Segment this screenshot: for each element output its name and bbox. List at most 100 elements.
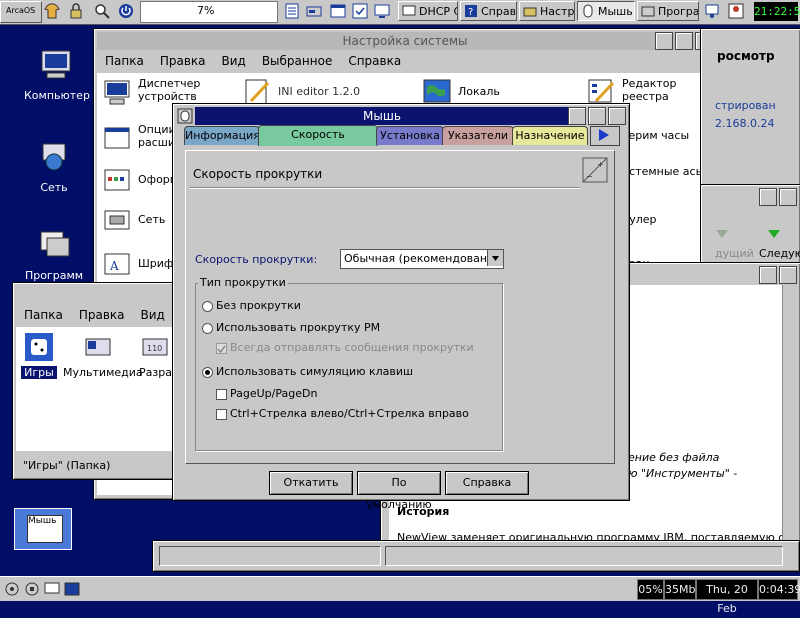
tab-scroll-speed[interactable]: Скорость прокрутки — [258, 125, 378, 159]
close-button[interactable] — [779, 188, 797, 206]
mouse-dialog: Мышь Информация Скорость прокрутки Устан… — [172, 103, 630, 511]
computer-icon — [41, 50, 71, 79]
window-icon[interactable] — [330, 3, 346, 19]
tab-pointers[interactable]: Указатели — [442, 126, 514, 145]
monitor-icon[interactable] — [374, 3, 390, 19]
prev-button-label[interactable]: дущий — [715, 247, 754, 260]
speed-dropdown[interactable]: Обычная (рекомендовано) — [340, 249, 504, 269]
menu-help[interactable]: Справка — [340, 52, 409, 72]
minimized-mouse-window[interactable]: Мышь — [14, 508, 72, 550]
radio-no-scroll[interactable] — [202, 301, 213, 312]
tray-monitor-icon[interactable] — [44, 581, 60, 597]
title-buttons — [759, 266, 797, 284]
svg-text:+: + — [597, 160, 604, 169]
next-button-label[interactable]: Следую — [759, 247, 800, 260]
check-ctrl-arrows-label[interactable]: Ctrl+Стрелка влево/Ctrl+Стрелка вправо — [230, 407, 469, 420]
power-icon[interactable] — [118, 3, 134, 19]
window-title-fragment[interactable] — [704, 32, 797, 50]
network-folder-icon — [104, 210, 130, 230]
next-arrow-icon[interactable] — [767, 229, 781, 239]
check-always-send-label: Всегда отправлять сообщения прокрутки — [230, 341, 474, 354]
appearance-icon — [104, 169, 130, 191]
drive-icon[interactable] — [306, 3, 322, 19]
default-button[interactable]: По умолчанию — [357, 471, 441, 511]
radio-use-pm[interactable] — [202, 323, 213, 334]
search-icon[interactable] — [94, 3, 110, 19]
task-help[interactable]: ? Справка — [460, 1, 517, 21]
monitor-icon — [402, 5, 416, 16]
close-button[interactable] — [779, 266, 797, 284]
radio-simulate-keys-label[interactable]: Использовать симуляцию клавиш — [216, 365, 413, 378]
tab-setup[interactable]: Установка — [376, 126, 444, 145]
item-system-clock[interactable]: истемные асы — [622, 165, 712, 178]
help-button[interactable]: Справка — [445, 471, 529, 495]
user-icon[interactable] — [728, 3, 744, 19]
desktop-icon-network[interactable]: Сеть — [22, 140, 86, 194]
menu-view[interactable]: Вид — [214, 52, 254, 72]
item-spooler[interactable]: пулер — [622, 213, 712, 226]
remote-ip: 2.168.0.24 — [715, 117, 775, 130]
desktop-icon-computer[interactable]: Компьютер — [24, 48, 90, 102]
network-icon[interactable] — [704, 3, 720, 19]
cpu-percent: 7% — [197, 4, 215, 17]
memory-usage: 35Mb — [664, 579, 696, 600]
tray-gear-icon[interactable] — [4, 581, 20, 597]
speed-label: Скорость прокрутки: — [195, 253, 318, 266]
svg-text:110: 110 — [147, 344, 162, 353]
minimized-label: Мышь — [27, 515, 63, 543]
restore-button[interactable] — [588, 107, 606, 125]
menubar: Папка Правка Вид Выбранное Справка — [97, 52, 713, 72]
task-system-setup[interactable]: Настрой — [519, 1, 575, 21]
window-title[interactable]: Мышь — [195, 107, 569, 125]
tray-settings-icon[interactable] — [24, 581, 40, 597]
minimize-button[interactable] — [759, 188, 777, 206]
menu-view[interactable]: Вид — [133, 306, 173, 326]
page-corner-icon[interactable]: +− — [582, 157, 608, 183]
menu-edit[interactable]: Правка — [71, 306, 133, 326]
mouse-icon[interactable] — [177, 108, 193, 124]
tray-window-icon[interactable] — [64, 581, 80, 597]
radio-no-scroll-label[interactable]: Без прокрутки — [216, 299, 301, 312]
item-clock[interactable]: верим часы — [622, 129, 712, 142]
font-icon: A — [104, 253, 130, 275]
minimize-button[interactable] — [655, 32, 673, 50]
menu-folder[interactable]: Папка — [16, 306, 71, 326]
check-pageupdn-label[interactable]: PageUp/PageDn — [230, 387, 317, 400]
tab-info[interactable]: Информация — [184, 126, 260, 145]
help-text-top: ление без файла — [621, 451, 720, 464]
minimize-button[interactable] — [568, 107, 586, 125]
undo-button[interactable]: Откатить — [269, 471, 353, 495]
item-games[interactable]: Игры — [21, 331, 57, 379]
checklist-icon[interactable] — [352, 3, 368, 19]
list-icon[interactable] — [284, 3, 300, 19]
chevron-down-icon — [492, 256, 499, 261]
tab-scroll-right[interactable] — [590, 126, 620, 146]
menu-folder[interactable]: Папка — [97, 52, 152, 72]
restore-button[interactable] — [675, 32, 693, 50]
dropdown-button[interactable] — [487, 250, 503, 266]
top-taskbar: ArcaOS 7% DHCP Cl ? Справка Настрой Мышь… — [0, 0, 800, 25]
window-title[interactable]: Настройка системы — [97, 32, 713, 50]
lock-icon[interactable] — [68, 3, 84, 19]
task-mouse[interactable]: Мышь — [577, 1, 635, 21]
menu-edit[interactable]: Правка — [152, 52, 214, 72]
window-title[interactable] — [16, 286, 182, 304]
menu-selected[interactable]: Выбранное — [254, 52, 341, 72]
radio-use-pm-label[interactable]: Использовать прокрутку PM — [216, 321, 380, 334]
shirt-icon[interactable] — [44, 3, 60, 19]
task-dhcp[interactable]: DHCP Cl — [398, 1, 458, 21]
arcaos-logo-button[interactable]: ArcaOS — [0, 1, 42, 23]
remote-view-window: росмотр стрирован 2.168.0.24 — [700, 28, 800, 192]
help-scrollbar[interactable] — [782, 285, 797, 547]
restore-button[interactable] — [759, 266, 777, 284]
close-button[interactable] — [608, 107, 626, 125]
tab-assignment[interactable]: Назначение — [512, 126, 588, 145]
item-multimedia[interactable]: Мультимедиа — [63, 331, 143, 379]
task-programs[interactable]: Програм — [637, 1, 699, 21]
remote-title: росмотр — [717, 49, 775, 63]
desktop-icon-programs[interactable]: Программ — [22, 228, 86, 282]
development-icon: 110 — [142, 338, 168, 356]
check-pageupdn[interactable] — [216, 389, 227, 400]
check-ctrl-arrows[interactable] — [216, 409, 227, 420]
radio-simulate-keys[interactable] — [202, 367, 213, 378]
